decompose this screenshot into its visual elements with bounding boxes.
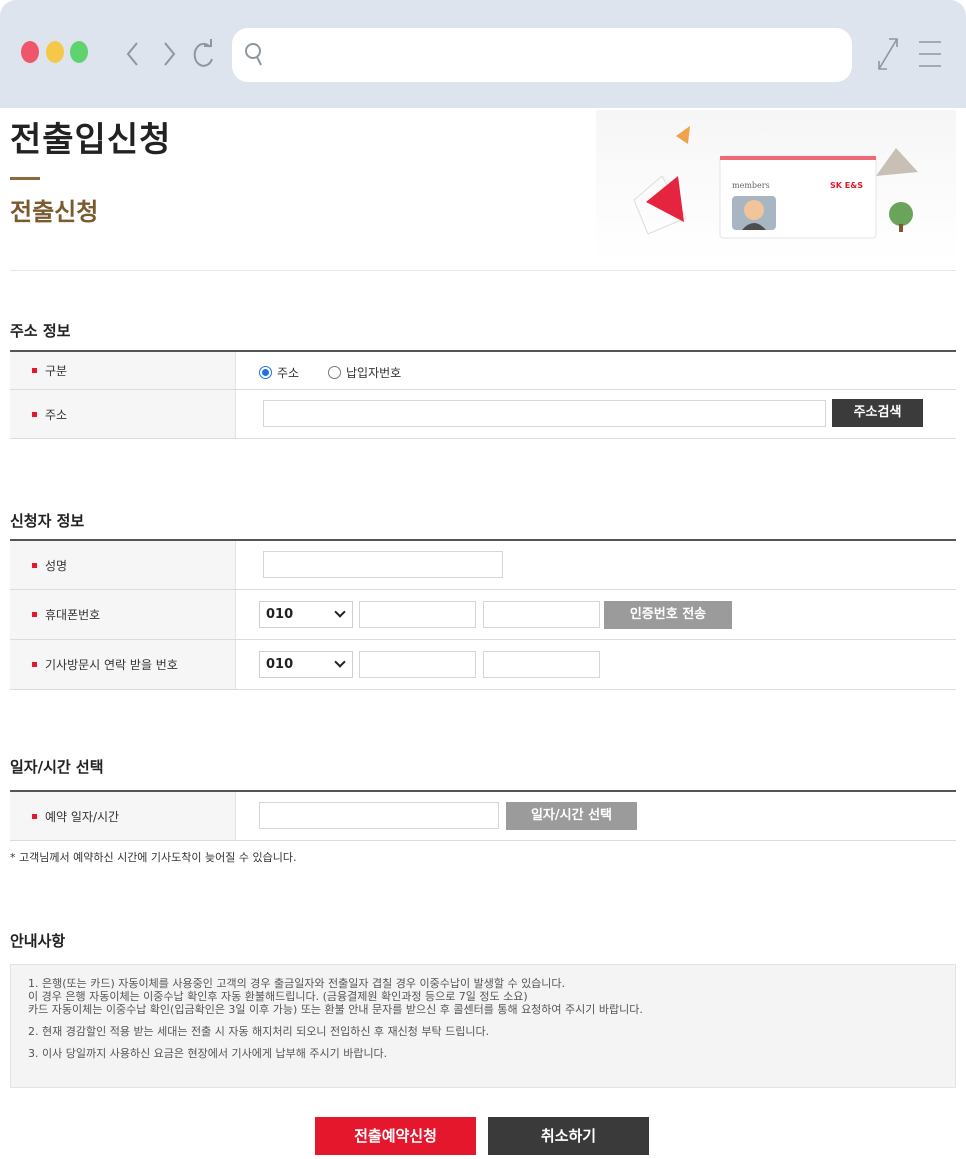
address-bar[interactable]	[232, 28, 852, 82]
cancel-button[interactable]: 취소하기	[488, 1117, 649, 1155]
visit-value-cell: 010	[236, 640, 956, 689]
chevron-down-icon[interactable]	[334, 606, 346, 618]
reserve-label-cell: 예약 일자/시간	[10, 792, 236, 840]
hero-brand: SK E&S	[830, 181, 863, 190]
notice-item-1-line-2: 이 경우 은행 자동이체는 이중수납 확인후 자동 환불해드립니다. (금융결제…	[28, 990, 528, 1003]
reserve-datetime-input[interactable]	[259, 802, 499, 829]
back-icon[interactable]	[124, 40, 142, 68]
hero-card-label: members	[732, 181, 770, 190]
visit-contact-row: 기사방문시 연락 받을 번호 010	[10, 640, 956, 690]
radio-address-label[interactable]: 주소	[277, 364, 299, 381]
mobile-last-input[interactable]	[483, 601, 600, 628]
reserve-row: 예약 일자/시간 일자/시간 선택	[10, 792, 956, 841]
maximize-window-dot[interactable]	[70, 41, 88, 63]
mobile-label: 휴대폰번호	[45, 608, 101, 622]
address-row: 주소 주소검색	[10, 390, 956, 439]
browser-chrome	[0, 0, 966, 108]
address-label-cell: 주소	[10, 390, 236, 438]
address-search-button[interactable]: 주소검색	[832, 399, 923, 427]
type-value-cell: 주소 납입자번호	[236, 352, 956, 389]
page-title: 전출입신청	[10, 120, 172, 160]
bullet-icon	[32, 368, 37, 373]
visit-prefix-value[interactable]: 010	[266, 657, 293, 672]
close-window-dot[interactable]	[21, 41, 39, 63]
reload-icon[interactable]	[190, 37, 218, 69]
notice-item-1: 1. 은행(또는 카드) 자동이체를 사용중인 고객의 경우 출금일자와 전출일…	[28, 977, 938, 1016]
name-label-cell: 성명	[10, 541, 236, 589]
radio-payer-number[interactable]: 납입자번호	[328, 364, 401, 381]
schedule-form-table: 예약 일자/시간 일자/시간 선택	[10, 790, 956, 841]
visit-prefix-select[interactable]: 010	[259, 651, 353, 678]
type-label: 구분	[45, 364, 68, 378]
address-label: 주소	[45, 407, 68, 422]
type-label-cell: 구분	[10, 352, 236, 389]
mobile-prefix-value[interactable]: 010	[266, 607, 293, 622]
title-divider	[10, 177, 40, 180]
hero-illustration: members SK E&S	[596, 110, 956, 260]
notice-item-3: 3. 이사 당일까지 사용하신 요금은 현장에서 기사에게 납부해 주시기 바랍…	[28, 1047, 388, 1060]
visit-last-input[interactable]	[483, 651, 600, 678]
notice-item-1-line-3: 카드 자동이체는 이중수납 확인(입금확인은 3일 이후 가능) 또는 환불 안…	[28, 1003, 643, 1016]
notice-item-1-line-1: 1. 은행(또는 카드) 자동이체를 사용중인 고객의 경우 출금일자와 전출일…	[28, 977, 566, 990]
notice-box: 1. 은행(또는 카드) 자동이체를 사용중인 고객의 경우 출금일자와 전출일…	[10, 964, 956, 1088]
radio-unchecked-icon[interactable]	[328, 366, 341, 379]
mobile-prefix-select[interactable]: 010	[259, 601, 353, 628]
name-input[interactable]	[263, 551, 503, 578]
address-value-cell: 주소검색	[236, 390, 956, 438]
notice-section-title: 안내사항	[10, 932, 66, 950]
applicant-form-table: 성명 휴대폰번호 010 인증번호 전송 기사방문시 연락 받을 번호 010	[10, 539, 956, 690]
reserve-value-cell: 일자/시간 선택	[236, 792, 956, 840]
bullet-icon	[32, 813, 37, 819]
search-icon	[245, 43, 262, 66]
bullet-icon	[32, 562, 37, 568]
minimize-window-dot[interactable]	[46, 41, 64, 63]
mobile-row: 휴대폰번호 010 인증번호 전송	[10, 590, 956, 640]
menu-icon[interactable]	[917, 38, 943, 70]
address-section-title: 주소 정보	[10, 322, 71, 340]
bullet-icon	[32, 612, 37, 617]
schedule-note: * 고객님께서 예약하신 시간에 기사도착이 늦어질 수 있습니다.	[10, 851, 297, 864]
forward-icon[interactable]	[160, 40, 178, 68]
pick-datetime-button[interactable]: 일자/시간 선택	[506, 802, 637, 830]
name-value-cell	[236, 541, 956, 589]
schedule-section-title: 일자/시간 선택	[10, 758, 104, 776]
send-code-button[interactable]: 인증번호 전송	[604, 601, 732, 629]
chevron-down-icon[interactable]	[334, 656, 346, 668]
visit-middle-input[interactable]	[359, 651, 476, 678]
mobile-value-cell: 010 인증번호 전송	[236, 590, 956, 639]
address-form-table: 구분 주소 납입자번호 주소 주소검색	[10, 350, 956, 439]
visit-label-cell: 기사방문시 연락 받을 번호	[10, 640, 236, 689]
radio-address[interactable]: 주소	[259, 364, 299, 381]
submit-move-out-button[interactable]: 전출예약신청	[315, 1117, 476, 1155]
page-content: 전출입신청 전출신청 members SK E&S 주소 정보 구분 주소 납입…	[0, 108, 966, 1159]
visit-label: 기사방문시 연락 받을 번호	[45, 658, 178, 672]
notice-item-2: 2. 현재 경감할인 적용 받는 세대는 전출 시 자동 해지처리 되오니 전입…	[28, 1025, 490, 1038]
name-label: 성명	[45, 558, 68, 573]
bullet-icon	[32, 662, 37, 667]
mobile-label-cell: 휴대폰번호	[10, 590, 236, 639]
mobile-middle-input[interactable]	[359, 601, 476, 628]
address-input[interactable]	[263, 400, 826, 427]
type-row: 구분 주소 납입자번호	[10, 352, 956, 390]
radio-checked-icon[interactable]	[259, 366, 272, 379]
header-divider	[10, 270, 956, 271]
name-row: 성명	[10, 541, 956, 590]
applicant-section-title: 신청자 정보	[10, 512, 85, 530]
expand-icon[interactable]	[876, 36, 900, 72]
radio-payer-number-label[interactable]: 납입자번호	[346, 364, 401, 381]
reserve-label: 예약 일자/시간	[45, 809, 120, 824]
bullet-icon	[32, 411, 37, 417]
page-subtitle: 전출신청	[10, 198, 99, 226]
